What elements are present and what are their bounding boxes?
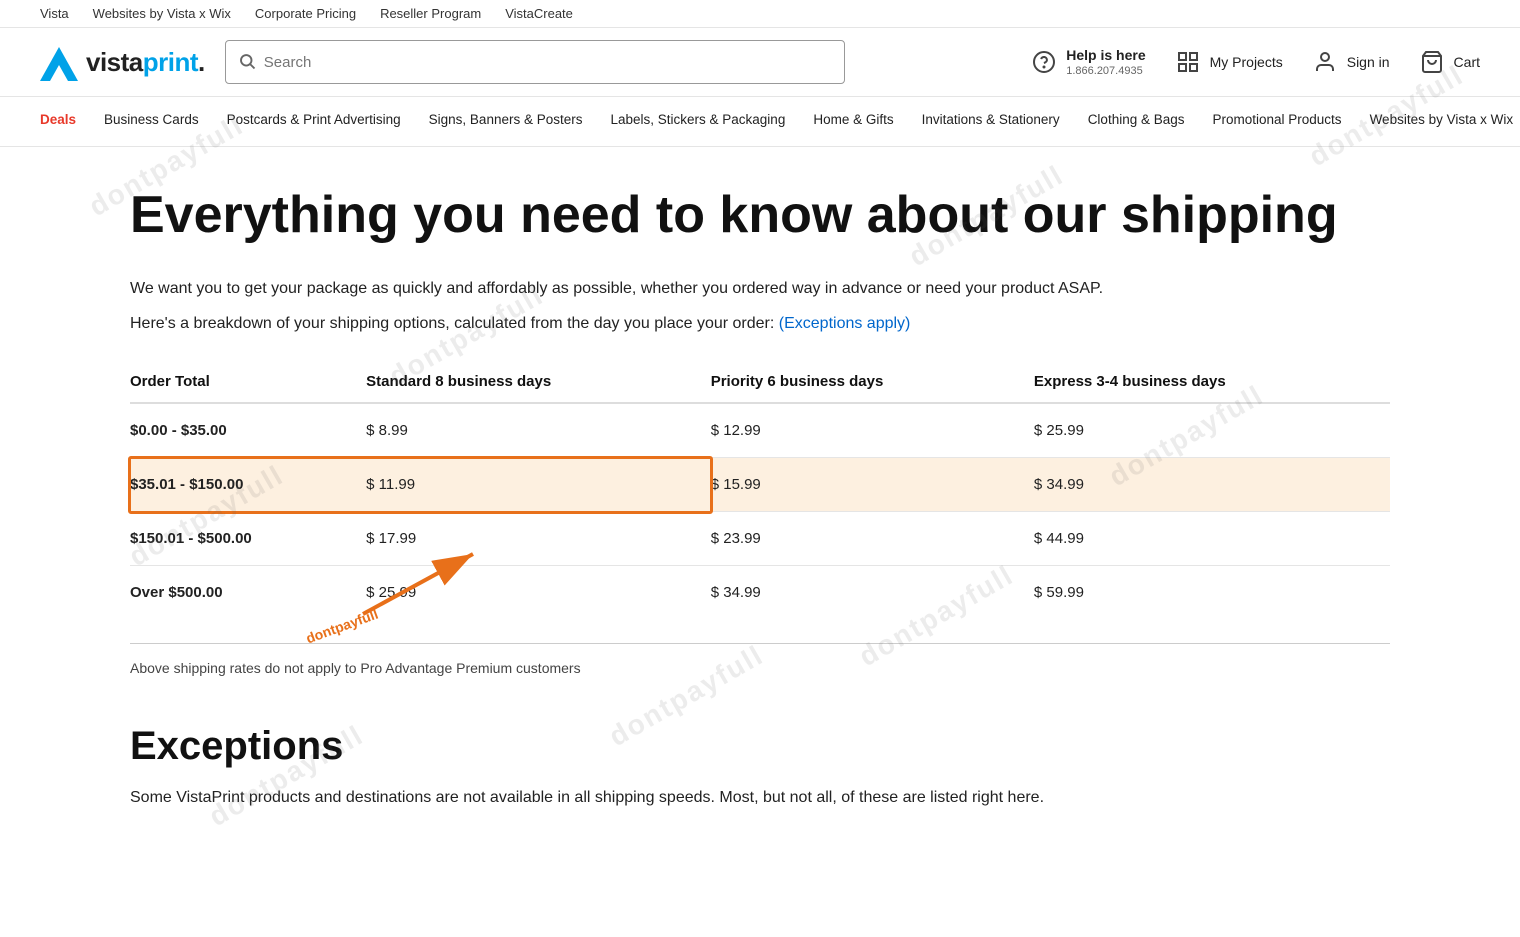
- exceptions-link[interactable]: (Exceptions apply): [779, 315, 911, 332]
- logo-triangle-icon: [40, 43, 78, 81]
- header: vistaprint. Help is here 1.866.207.4935: [0, 28, 1520, 97]
- row4-priority: $ 34.99: [711, 566, 1034, 620]
- main-nav: Deals Business Cards Postcards & Print A…: [0, 97, 1520, 147]
- table-row: $0.00 - $35.00 $ 8.99 $ 12.99 $ 25.99: [130, 403, 1390, 458]
- nav-postcards[interactable]: Postcards & Print Advertising: [213, 97, 415, 146]
- nav-promotional[interactable]: Promotional Products: [1199, 97, 1356, 146]
- top-nav-reseller[interactable]: Reseller Program: [380, 6, 481, 21]
- shipping-table-wrapper: Order Total Standard 8 business days Pri…: [130, 361, 1390, 619]
- nav-websites[interactable]: Websites by Vista x Wix: [1356, 97, 1520, 146]
- top-nav-vistacreate[interactable]: VistaCreate: [505, 6, 573, 21]
- row4-express: $ 59.99: [1034, 566, 1390, 620]
- search-bar[interactable]: [225, 40, 845, 84]
- table-row: Over $500.00 $ 25.99 $ 34.99 $ 59.99: [130, 566, 1390, 620]
- user-icon: [1311, 48, 1339, 76]
- cart-action[interactable]: Cart: [1418, 48, 1480, 76]
- nav-deals[interactable]: Deals: [40, 97, 90, 146]
- exceptions-title: Exceptions: [130, 724, 1390, 769]
- my-projects-action[interactable]: My Projects: [1174, 48, 1283, 76]
- col-order-total: Order Total: [130, 361, 366, 403]
- top-nav-vista[interactable]: Vista: [40, 6, 69, 21]
- shipping-table: Order Total Standard 8 business days Pri…: [130, 361, 1390, 619]
- projects-icon: [1174, 48, 1202, 76]
- cart-icon: [1418, 48, 1446, 76]
- col-standard: Standard 8 business days: [366, 361, 711, 403]
- note-text: Above shipping rates do not apply to Pro…: [130, 643, 1390, 676]
- search-input[interactable]: [264, 54, 832, 71]
- row1-range: $0.00 - $35.00: [130, 403, 366, 458]
- page-title: Everything you need to know about our sh…: [130, 187, 1390, 244]
- my-projects-label: My Projects: [1210, 54, 1283, 70]
- help-icon: [1030, 48, 1058, 76]
- sign-in-label: Sign in: [1347, 54, 1390, 70]
- help-action[interactable]: Help is here 1.866.207.4935: [1030, 46, 1145, 78]
- help-text: Help is here 1.866.207.4935: [1066, 46, 1145, 78]
- nav-clothing[interactable]: Clothing & Bags: [1074, 97, 1199, 146]
- col-priority: Priority 6 business days: [711, 361, 1034, 403]
- sign-in-action[interactable]: Sign in: [1311, 48, 1390, 76]
- row2-range: $35.01 - $150.00: [130, 458, 366, 512]
- exceptions-section: Exceptions Some VistaPrint products and …: [130, 724, 1390, 811]
- search-icon: [238, 52, 256, 73]
- cart-label: Cart: [1454, 54, 1480, 70]
- row2-priority: $ 15.99: [711, 458, 1034, 512]
- row3-express: $ 44.99: [1034, 512, 1390, 566]
- row1-standard: $ 8.99: [366, 403, 711, 458]
- table-header-row: Order Total Standard 8 business days Pri…: [130, 361, 1390, 403]
- top-bar: Vista Websites by Vista x Wix Corporate …: [0, 0, 1520, 28]
- logo-icon: [40, 43, 78, 81]
- header-actions: Help is here 1.866.207.4935 My Projects: [1030, 46, 1480, 78]
- nav-labels[interactable]: Labels, Stickers & Packaging: [596, 97, 799, 146]
- row4-range: Over $500.00: [130, 566, 366, 620]
- main-content: Everything you need to know about our sh…: [90, 147, 1430, 871]
- exceptions-text: Some VistaPrint products and destination…: [130, 785, 1390, 811]
- nav-home-gifts[interactable]: Home & Gifts: [799, 97, 907, 146]
- top-nav-websites[interactable]: Websites by Vista x Wix: [93, 6, 231, 21]
- table-row: $150.01 - $500.00 $ 17.99 $ 23.99 $ 44.9…: [130, 512, 1390, 566]
- col-express: Express 3-4 business days: [1034, 361, 1390, 403]
- nav-business-cards[interactable]: Business Cards: [90, 97, 213, 146]
- intro-text: We want you to get your package as quick…: [130, 276, 1390, 302]
- row1-express: $ 25.99: [1034, 403, 1390, 458]
- row2-standard: $ 11.99: [366, 458, 711, 512]
- row3-standard: $ 17.99: [366, 512, 711, 566]
- row3-priority: $ 23.99: [711, 512, 1034, 566]
- top-nav-corporate[interactable]: Corporate Pricing: [255, 6, 356, 21]
- nav-invitations[interactable]: Invitations & Stationery: [908, 97, 1074, 146]
- row1-priority: $ 12.99: [711, 403, 1034, 458]
- row2-express: $ 34.99: [1034, 458, 1390, 512]
- table-row-highlighted: $35.01 - $150.00 $ 11.99 $ 15.99 $ 34.99: [130, 458, 1390, 512]
- row3-range: $150.01 - $500.00: [130, 512, 366, 566]
- logo-text: vistaprint.: [86, 47, 205, 78]
- nav-signs[interactable]: Signs, Banners & Posters: [415, 97, 597, 146]
- row4-standard: $ 25.99: [366, 566, 711, 620]
- breakdown-text: Here's a breakdown of your shipping opti…: [130, 315, 1390, 333]
- logo[interactable]: vistaprint.: [40, 43, 205, 81]
